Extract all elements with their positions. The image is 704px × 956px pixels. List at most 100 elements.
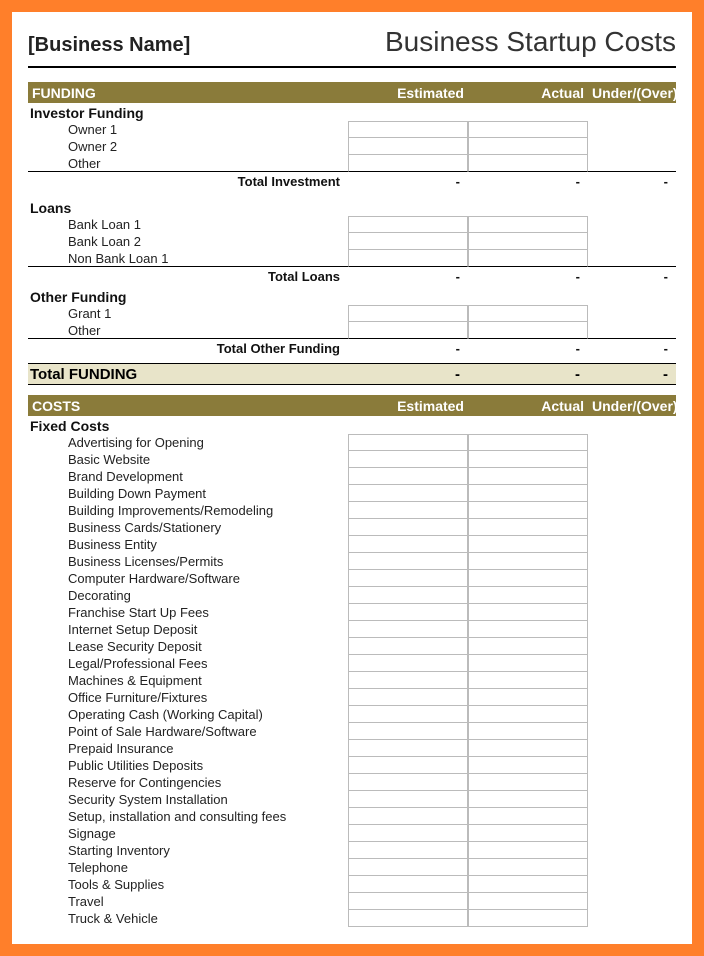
line-item-label: Grant 1 xyxy=(28,306,348,321)
actual-cell[interactable] xyxy=(468,757,588,774)
estimated-cell[interactable] xyxy=(348,250,468,267)
actual-cell[interactable] xyxy=(468,672,588,689)
actual-cell[interactable] xyxy=(468,723,588,740)
estimated-cell[interactable] xyxy=(348,121,468,138)
estimated-cell[interactable] xyxy=(348,825,468,842)
estimated-cell[interactable] xyxy=(348,587,468,604)
actual-cell[interactable] xyxy=(468,655,588,672)
actual-cell[interactable] xyxy=(468,451,588,468)
estimated-cell[interactable] xyxy=(348,604,468,621)
actual-cell[interactable] xyxy=(468,604,588,621)
line-item-label: Basic Website xyxy=(28,452,348,467)
line-item-label: Office Furniture/Fixtures xyxy=(28,690,348,705)
line-item-label: Tools & Supplies xyxy=(28,877,348,892)
line-item-label: Other xyxy=(28,156,348,172)
estimated-cell[interactable] xyxy=(348,842,468,859)
actual-cell[interactable] xyxy=(468,791,588,808)
line-item-row: Grant 1 xyxy=(28,305,676,322)
actual-cell[interactable] xyxy=(468,485,588,502)
actual-cell[interactable] xyxy=(468,740,588,757)
estimated-cell[interactable] xyxy=(348,689,468,706)
actual-cell[interactable] xyxy=(468,689,588,706)
estimated-cell[interactable] xyxy=(348,774,468,791)
estimated-cell[interactable] xyxy=(348,434,468,451)
estimated-cell[interactable] xyxy=(348,570,468,587)
loans-total-row: Total Loans - - - xyxy=(28,267,676,285)
estimated-cell[interactable] xyxy=(348,808,468,825)
actual-cell[interactable] xyxy=(468,859,588,876)
other-funding-label: Other Funding xyxy=(28,287,676,305)
estimated-cell[interactable] xyxy=(348,910,468,927)
estimated-cell[interactable] xyxy=(348,757,468,774)
estimated-cell[interactable] xyxy=(348,791,468,808)
actual-cell[interactable] xyxy=(468,553,588,570)
actual-cell[interactable] xyxy=(468,808,588,825)
actual-cell[interactable] xyxy=(468,155,588,172)
actual-cell[interactable] xyxy=(468,434,588,451)
estimated-cell[interactable] xyxy=(348,706,468,723)
actual-cell[interactable] xyxy=(468,138,588,155)
estimated-cell[interactable] xyxy=(348,155,468,172)
actual-cell[interactable] xyxy=(468,502,588,519)
estimated-cell[interactable] xyxy=(348,638,468,655)
estimated-cell[interactable] xyxy=(348,216,468,233)
line-item-row: Tools & Supplies xyxy=(28,876,676,893)
estimated-cell[interactable] xyxy=(348,672,468,689)
estimated-cell[interactable] xyxy=(348,519,468,536)
estimated-cell[interactable] xyxy=(348,740,468,757)
estimated-cell[interactable] xyxy=(348,876,468,893)
estimated-cell[interactable] xyxy=(348,233,468,250)
estimated-cell[interactable] xyxy=(348,621,468,638)
line-item-label: Computer Hardware/Software xyxy=(28,571,348,586)
loans-total-act: - xyxy=(468,269,588,284)
estimated-cell[interactable] xyxy=(348,536,468,553)
actual-cell[interactable] xyxy=(468,322,588,339)
estimated-cell[interactable] xyxy=(348,655,468,672)
estimated-cell[interactable] xyxy=(348,451,468,468)
line-item-label: Franchise Start Up Fees xyxy=(28,605,348,620)
estimated-cell[interactable] xyxy=(348,305,468,322)
actual-cell[interactable] xyxy=(468,519,588,536)
actual-cell[interactable] xyxy=(468,468,588,485)
estimated-cell[interactable] xyxy=(348,485,468,502)
actual-cell[interactable] xyxy=(468,893,588,910)
estimated-cell[interactable] xyxy=(348,723,468,740)
actual-cell[interactable] xyxy=(468,638,588,655)
estimated-cell[interactable] xyxy=(348,553,468,570)
actual-cell[interactable] xyxy=(468,876,588,893)
estimated-cell[interactable] xyxy=(348,468,468,485)
estimated-cell[interactable] xyxy=(348,859,468,876)
actual-cell[interactable] xyxy=(468,570,588,587)
estimated-cell[interactable] xyxy=(348,138,468,155)
investor-total-act: - xyxy=(468,174,588,189)
line-item-row: Owner 1 xyxy=(28,121,676,138)
line-item-label: Business Licenses/Permits xyxy=(28,554,348,569)
investor-funding-label: Investor Funding xyxy=(28,103,676,121)
estimated-cell[interactable] xyxy=(348,893,468,910)
actual-cell[interactable] xyxy=(468,587,588,604)
estimated-cell[interactable] xyxy=(348,322,468,339)
actual-cell[interactable] xyxy=(468,706,588,723)
actual-cell[interactable] xyxy=(468,233,588,250)
actual-cell[interactable] xyxy=(468,825,588,842)
actual-cell[interactable] xyxy=(468,121,588,138)
col-under-over: Under/(Over) xyxy=(592,85,680,101)
actual-cell[interactable] xyxy=(468,216,588,233)
line-item-row: Brand Development xyxy=(28,468,676,485)
actual-cell[interactable] xyxy=(468,250,588,267)
line-item-row: Decorating xyxy=(28,587,676,604)
line-item-row: Owner 2 xyxy=(28,138,676,155)
investor-total-label: Total Investment xyxy=(28,174,348,189)
actual-cell[interactable] xyxy=(468,910,588,927)
line-item-row: Telephone xyxy=(28,859,676,876)
actual-cell[interactable] xyxy=(468,774,588,791)
actual-cell[interactable] xyxy=(468,536,588,553)
investor-rows: Owner 1Owner 2 Other xyxy=(28,121,676,172)
actual-cell[interactable] xyxy=(468,305,588,322)
estimated-cell[interactable] xyxy=(348,502,468,519)
line-item-label: Building Down Payment xyxy=(28,486,348,501)
line-item-label: Owner 2 xyxy=(28,139,348,154)
actual-cell[interactable] xyxy=(468,621,588,638)
actual-cell[interactable] xyxy=(468,842,588,859)
line-item-row: Reserve for Contingencies xyxy=(28,774,676,791)
